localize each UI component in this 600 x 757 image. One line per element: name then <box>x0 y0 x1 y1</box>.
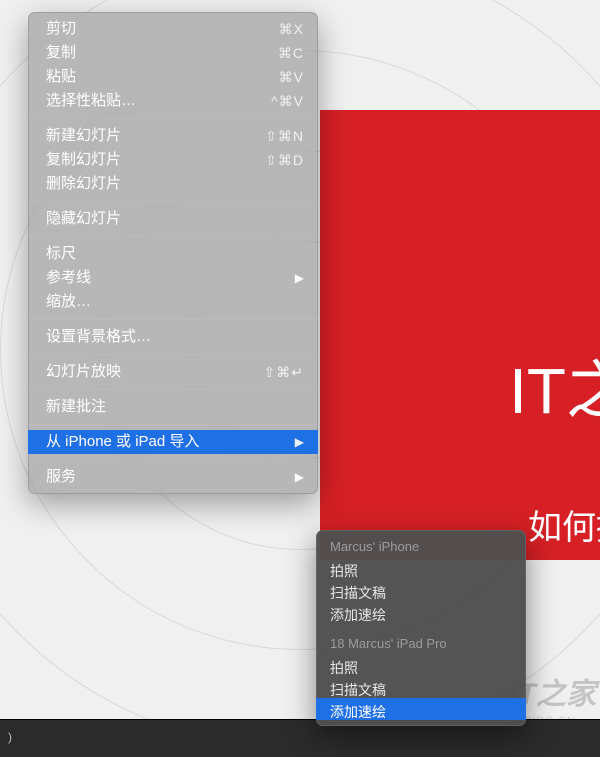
menu-dup-slide-shortcut: ⇧⌘D <box>265 148 304 172</box>
submenu-arrow-icon: ▶ <box>295 430 304 454</box>
submenu-ipad-add-sketch[interactable]: 添加速绘 <box>316 698 526 720</box>
menu-new-slide-label: 新建幻灯片 <box>46 124 265 148</box>
menu-paste[interactable]: 粘贴 ⌘V <box>28 65 318 89</box>
menu-cut-shortcut: ⌘X <box>279 17 304 41</box>
menu-copy-label: 复制 <box>46 41 278 65</box>
menu-slideshow-shortcut: ⇧⌘↵ <box>264 360 304 384</box>
menu-new-comment-label: 新建批注 <box>46 395 304 419</box>
submenu-iphone-add-sketch[interactable]: 添加速绘 <box>316 601 526 623</box>
menu-separator <box>28 424 318 425</box>
submenu-iphone-take-photo[interactable]: 拍照 <box>316 557 526 579</box>
menu-copy-shortcut: ⌘C <box>278 41 304 65</box>
menu-hide-slide[interactable]: 隐藏幻灯片 <box>28 207 318 231</box>
menu-copy[interactable]: 复制 ⌘C <box>28 41 318 65</box>
menu-separator <box>28 459 318 460</box>
menu-cut-label: 剪切 <box>46 17 279 41</box>
menu-separator <box>28 118 318 119</box>
context-menu: 剪切 ⌘X 复制 ⌘C 粘贴 ⌘V 选择性粘贴… ^⌘V 新建幻灯片 ⇧⌘N 复… <box>28 12 318 494</box>
menu-new-slide[interactable]: 新建幻灯片 ⇧⌘N <box>28 124 318 148</box>
menu-services[interactable]: 服务 ▶ <box>28 465 318 489</box>
menu-del-slide-label: 删除幻灯片 <box>46 172 304 196</box>
menu-services-label: 服务 <box>46 465 289 489</box>
menu-bg-format[interactable]: 设置背景格式… <box>28 325 318 349</box>
menu-slideshow[interactable]: 幻灯片放映 ⇧⌘↵ <box>28 360 318 384</box>
menu-cut[interactable]: 剪切 ⌘X <box>28 17 318 41</box>
menu-zoom-label: 缩放… <box>46 290 304 314</box>
menu-paste-label: 粘贴 <box>46 65 279 89</box>
menu-paste-shortcut: ⌘V <box>279 65 304 89</box>
menu-new-slide-shortcut: ⇧⌘N <box>265 124 304 148</box>
menu-dup-slide-label: 复制幻灯片 <box>46 148 265 172</box>
status-text: ) <box>8 730 12 744</box>
menu-import-from-device[interactable]: 从 iPhone 或 iPad 导入 ▶ <box>28 430 318 454</box>
submenu-iphone-scan-doc[interactable]: 扫描文稿 <box>316 579 526 601</box>
menu-separator <box>28 236 318 237</box>
slide-title-big: IT之 <box>509 340 600 432</box>
menu-guides-label: 参考线 <box>46 266 289 290</box>
submenu-ipad-scan-doc[interactable]: 扫描文稿 <box>316 676 526 698</box>
menu-import-label: 从 iPhone 或 iPad 导入 <box>46 430 289 454</box>
menu-new-comment[interactable]: 新建批注 <box>28 395 318 419</box>
screenshot-stage: IT之 如何挑 IT之家 WWW.68IDC.CN ) 剪切 ⌘X 复制 ⌘C … <box>0 0 600 757</box>
submenu-ipad-take-photo[interactable]: 拍照 <box>316 654 526 676</box>
menu-paste-special-label: 选择性粘贴… <box>46 89 271 113</box>
menu-separator <box>28 201 318 202</box>
menu-paste-special-shortcut: ^⌘V <box>271 89 304 113</box>
menu-bg-format-label: 设置背景格式… <box>46 325 304 349</box>
menu-del-slide[interactable]: 删除幻灯片 <box>28 172 318 196</box>
menu-dup-slide[interactable]: 复制幻灯片 ⇧⌘D <box>28 148 318 172</box>
device-header-ipad: 18 Marcus' iPad Pro <box>316 633 526 654</box>
menu-ruler-label: 标尺 <box>46 242 304 266</box>
slide-title-small: 如何挑 <box>528 500 600 549</box>
import-submenu: Marcus' iPhone 拍照 扫描文稿 添加速绘 18 Marcus' i… <box>316 530 526 726</box>
submenu-arrow-icon: ▶ <box>295 465 304 489</box>
menu-separator <box>28 354 318 355</box>
device-header-iphone: Marcus' iPhone <box>316 536 526 557</box>
red-title-block: IT之 如何挑 <box>320 110 600 560</box>
menu-ruler[interactable]: 标尺 <box>28 242 318 266</box>
submenu-arrow-icon: ▶ <box>295 266 304 290</box>
menu-guides[interactable]: 参考线 ▶ <box>28 266 318 290</box>
menu-separator <box>28 389 318 390</box>
menu-separator <box>28 319 318 320</box>
menu-paste-special[interactable]: 选择性粘贴… ^⌘V <box>28 89 318 113</box>
menu-hide-slide-label: 隐藏幻灯片 <box>46 207 304 231</box>
menu-zoom[interactable]: 缩放… <box>28 290 318 314</box>
menu-slideshow-label: 幻灯片放映 <box>46 360 264 384</box>
